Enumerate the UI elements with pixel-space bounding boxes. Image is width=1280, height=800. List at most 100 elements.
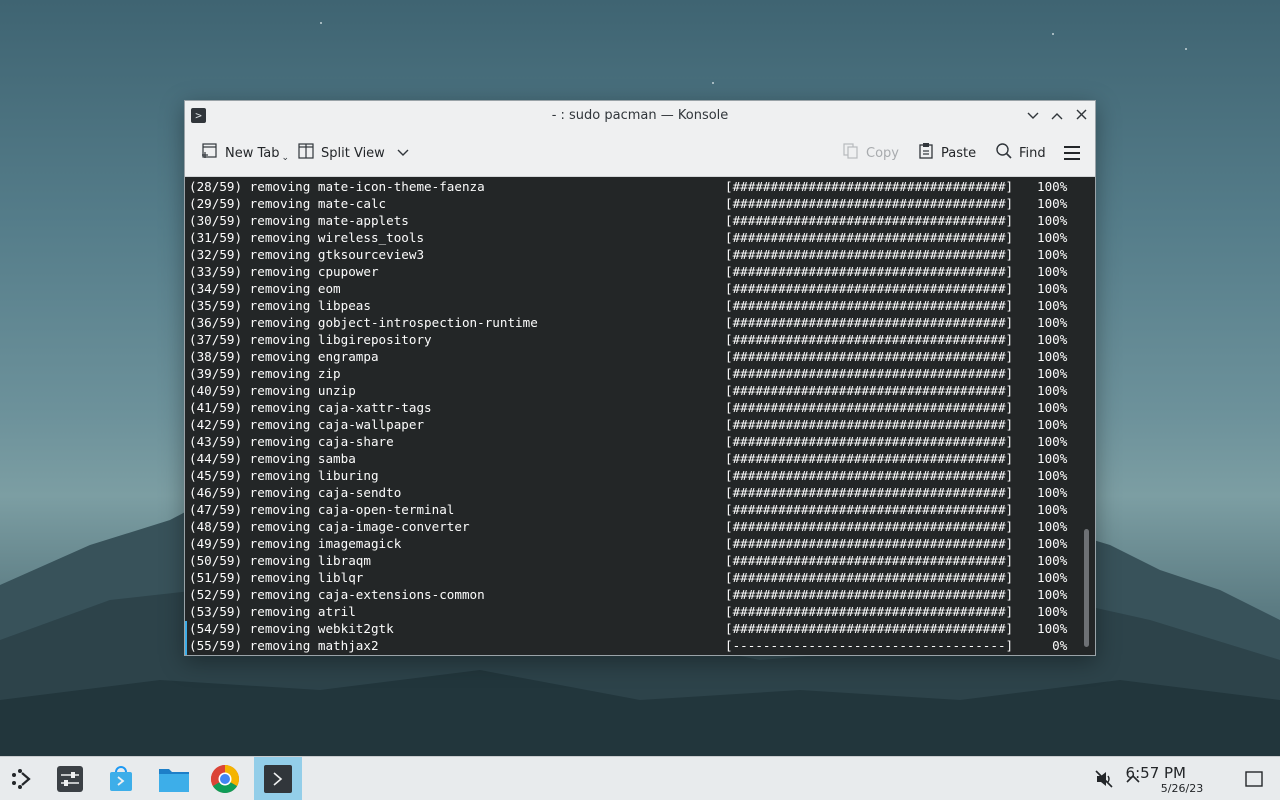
terminal-progress-percent: 100% bbox=[1037, 570, 1068, 585]
taskbar-item-dolphin[interactable] bbox=[156, 761, 192, 797]
terminal-line-text: (31/59) removing wireless_tools bbox=[189, 230, 425, 245]
clock-date[interactable]: 5/26/23 bbox=[1152, 782, 1212, 795]
taskbar-item-system-settings[interactable] bbox=[52, 761, 88, 797]
terminal-line: (40/59) removing unzip [#################… bbox=[189, 382, 1079, 399]
taskbar-item-discover[interactable] bbox=[103, 761, 139, 797]
split-view-icon bbox=[297, 142, 315, 164]
show-desktop-button[interactable] bbox=[1236, 761, 1272, 797]
terminal-progress-percent: 100% bbox=[1037, 366, 1068, 381]
paste-button[interactable]: Paste bbox=[917, 140, 976, 166]
terminal-line-text: (34/59) removing eom bbox=[189, 281, 341, 296]
terminal-line: (54/59) removing webkit2gtk [############… bbox=[189, 620, 1079, 637]
star-decoration bbox=[1185, 48, 1187, 50]
maximize-button[interactable] bbox=[1047, 106, 1067, 126]
terminal-line: (28/59) removing mate-icon-theme-faenza [… bbox=[189, 178, 1079, 195]
terminal-progress-percent: 100% bbox=[1037, 383, 1068, 398]
terminal-line: (30/59) removing mate-applets [##########… bbox=[189, 212, 1079, 229]
terminal-line: (44/59) removing samba [#################… bbox=[189, 450, 1079, 467]
terminal-scrollbar[interactable] bbox=[1084, 529, 1089, 647]
find-button[interactable]: Find bbox=[995, 140, 1046, 166]
terminal-line-text: (40/59) removing unzip bbox=[189, 383, 356, 398]
terminal-progress-bar: [####################################] bbox=[725, 502, 1014, 517]
system-settings-icon bbox=[57, 766, 83, 792]
terminal-line-text: (47/59) removing caja-open-terminal bbox=[189, 502, 455, 517]
terminal-progress-bar: [####################################] bbox=[725, 417, 1014, 432]
paste-icon bbox=[917, 142, 935, 164]
terminal-progress-bar: [####################################] bbox=[725, 213, 1014, 228]
close-button[interactable] bbox=[1071, 106, 1091, 126]
terminal-progress-bar: [####################################] bbox=[725, 400, 1014, 415]
application-launcher[interactable] bbox=[4, 761, 40, 797]
konsole-window[interactable]: > - : sudo pacman — Konsole New Tab ⌄ Sp… bbox=[184, 100, 1096, 656]
terminal-progress-percent: 100% bbox=[1037, 468, 1068, 483]
terminal-line-text: (50/59) removing libraqm bbox=[189, 553, 371, 568]
terminal-line-text: (48/59) removing caja-image-converter bbox=[189, 519, 470, 534]
terminal-progress-bar: [####################################] bbox=[725, 298, 1014, 313]
terminal-progress-bar: [####################################] bbox=[725, 434, 1014, 449]
hamburger-menu-icon bbox=[1064, 146, 1080, 160]
terminal-progress-percent: 100% bbox=[1037, 604, 1068, 619]
terminal-line: (46/59) removing caja-sendto [###########… bbox=[189, 484, 1079, 501]
chevron-up-icon bbox=[1051, 113, 1063, 120]
new-tab-button[interactable]: New Tab ⌄ bbox=[201, 140, 289, 166]
terminal-line-text: (32/59) removing gtksourceview3 bbox=[189, 247, 425, 262]
new-tab-dropdown-icon[interactable]: ⌄ bbox=[282, 153, 290, 163]
terminal-line-text: (35/59) removing libpeas bbox=[189, 298, 371, 313]
split-view-dropdown-icon[interactable] bbox=[397, 146, 409, 161]
terminal-line-text: (36/59) removing gobject-introspection-r… bbox=[189, 315, 538, 330]
terminal-line-text: (39/59) removing zip bbox=[189, 366, 341, 381]
terminal-progress-percent: 100% bbox=[1037, 519, 1068, 534]
copy-button[interactable]: Copy bbox=[842, 140, 899, 166]
terminal-progress-bar: [####################################] bbox=[725, 536, 1014, 551]
taskbar: 6:57 PM 5/26/23 bbox=[0, 756, 1280, 800]
terminal-progress-bar: [####################################] bbox=[725, 468, 1014, 483]
copy-icon bbox=[842, 142, 860, 164]
dolphin-files-icon bbox=[159, 769, 189, 792]
terminal-line: (39/59) removing zip [###################… bbox=[189, 365, 1079, 382]
taskbar-item-konsole[interactable] bbox=[254, 757, 302, 800]
terminal-line: (50/59) removing libraqm [###############… bbox=[189, 552, 1079, 569]
terminal-line: (49/59) removing imagemagick [###########… bbox=[189, 535, 1079, 552]
terminal-progress-bar: [####################################] bbox=[725, 264, 1014, 279]
minimize-button[interactable] bbox=[1023, 106, 1043, 126]
terminal-line: (32/59) removing gtksourceview3 [########… bbox=[189, 246, 1079, 263]
terminal-progress-percent: 0% bbox=[1037, 638, 1068, 653]
chevron-down-icon bbox=[1027, 112, 1039, 119]
star-decoration bbox=[712, 82, 714, 84]
terminal-line-text: (53/59) removing atril bbox=[189, 604, 356, 619]
terminal-line: (35/59) removing libpeas [###############… bbox=[189, 297, 1079, 314]
terminal-line-text: (28/59) removing mate-icon-theme-faenza bbox=[189, 179, 485, 194]
terminal-line: (53/59) removing atril [#################… bbox=[189, 603, 1079, 620]
terminal-progress-percent: 100% bbox=[1037, 230, 1068, 245]
terminal-line-text: (55/59) removing mathjax2 bbox=[189, 638, 379, 653]
terminal-progress-percent: 100% bbox=[1037, 451, 1068, 466]
hamburger-menu-button[interactable] bbox=[1063, 140, 1081, 166]
terminal-progress-percent: 100% bbox=[1037, 298, 1068, 313]
terminal-progress-bar: [####################################] bbox=[725, 281, 1014, 296]
application-launcher-icon bbox=[12, 769, 31, 789]
new-tab-icon bbox=[201, 142, 219, 164]
terminal-progress-percent: 100% bbox=[1037, 349, 1068, 364]
terminal-line-text: (33/59) removing cpupower bbox=[189, 264, 379, 279]
terminal-line: (47/59) removing caja-open-terminal [####… bbox=[189, 501, 1079, 518]
terminal-progress-bar: [####################################] bbox=[725, 451, 1014, 466]
terminal-line: (43/59) removing caja-share [############… bbox=[189, 433, 1079, 450]
terminal-progress-percent: 100% bbox=[1037, 264, 1068, 279]
show-desktop-icon bbox=[1245, 771, 1263, 787]
terminal-progress-bar: [####################################] bbox=[725, 485, 1014, 500]
terminal-progress-bar: [####################################] bbox=[725, 587, 1014, 602]
split-view-button[interactable]: Split View bbox=[297, 140, 409, 166]
terminal-line-text: (49/59) removing imagemagick bbox=[189, 536, 402, 551]
title-bar[interactable]: > - : sudo pacman — Konsole bbox=[185, 101, 1095, 132]
taskbar-item-chrome[interactable] bbox=[207, 761, 243, 797]
terminal-progress-percent: 100% bbox=[1037, 434, 1068, 449]
terminal-view[interactable]: (28/59) removing mate-icon-theme-faenza [… bbox=[185, 177, 1095, 655]
terminal-line: (55/59) removing mathjax2 [--------------… bbox=[189, 637, 1079, 654]
terminal-line-text: (54/59) removing webkit2gtk bbox=[189, 621, 394, 636]
toolbar: New Tab ⌄ Split View Copy Paste Find bbox=[185, 131, 1095, 177]
terminal-progress-percent: 100% bbox=[1037, 485, 1068, 500]
terminal-line-text: (51/59) removing liblqr bbox=[189, 570, 364, 585]
clock-time[interactable]: 6:57 PM bbox=[1106, 764, 1186, 782]
terminal-line-text: (52/59) removing caja-extensions-common bbox=[189, 587, 485, 602]
terminal-progress-percent: 100% bbox=[1037, 315, 1068, 330]
